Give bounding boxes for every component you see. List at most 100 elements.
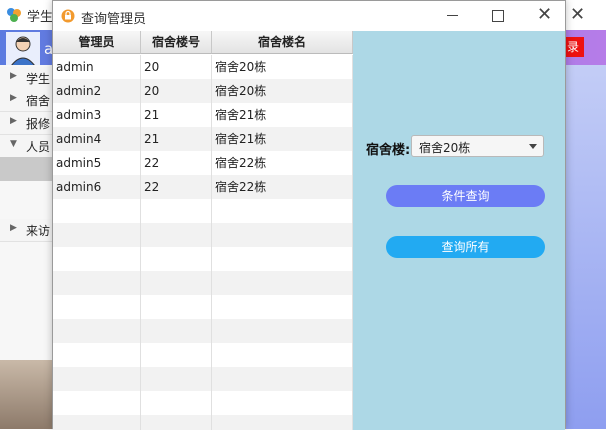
sidebar-item-label: 学生 xyxy=(26,72,51,86)
admin-cell xyxy=(53,223,141,247)
building-no-cell xyxy=(141,271,212,295)
sidebar-item-label: 来访 xyxy=(26,224,51,238)
building-select[interactable]: 宿舍20栋 xyxy=(411,135,544,157)
table-row-empty[interactable] xyxy=(53,343,353,367)
building-no-cell: 20 xyxy=(141,79,212,103)
table-row-empty[interactable] xyxy=(53,199,353,223)
sidebar-item-dorm[interactable]: ▶ 宿舍 xyxy=(0,89,52,112)
building-no-cell xyxy=(141,415,212,430)
building-name-cell: 宿舍21栋 xyxy=(212,127,353,151)
building-name-cell: 宿舍20栋 xyxy=(212,55,353,79)
chevron-down-icon xyxy=(529,144,537,149)
building-name-cell: 宿舍21栋 xyxy=(212,103,353,127)
user-avatar-icon xyxy=(6,32,40,66)
maximize-icon[interactable] xyxy=(492,10,504,22)
minimize-icon[interactable] xyxy=(447,15,458,16)
main-close-icon[interactable]: ✕ xyxy=(570,4,585,25)
table-row-empty[interactable] xyxy=(53,295,353,319)
table-row-empty[interactable] xyxy=(53,415,353,430)
building-no-cell xyxy=(141,343,212,367)
building-name-cell xyxy=(212,343,353,367)
admin-cell xyxy=(53,271,141,295)
table-row-empty[interactable] xyxy=(53,319,353,343)
column-header-admin[interactable]: 管理员 xyxy=(53,31,141,54)
building-no-cell xyxy=(141,319,212,343)
building-name-cell xyxy=(212,271,353,295)
building-no-cell xyxy=(141,247,212,271)
building-name-cell xyxy=(212,391,353,415)
building-no-cell: 22 xyxy=(141,151,212,175)
building-name-cell xyxy=(212,295,353,319)
close-icon[interactable]: ✕ xyxy=(537,6,552,24)
building-no-cell: 21 xyxy=(141,103,212,127)
main-window-title: 学生 xyxy=(27,10,54,25)
table-row[interactable]: admin6 22 宿舍22栋 xyxy=(53,175,353,199)
admin-cell: admin xyxy=(53,55,141,79)
chevron-down-icon: ▼ xyxy=(10,139,17,149)
admin-cell xyxy=(53,415,141,430)
building-no-cell xyxy=(141,223,212,247)
sidebar-item-label: 宿舍 xyxy=(26,94,51,108)
table-row[interactable]: admin2 20 宿舍20栋 xyxy=(53,79,353,103)
building-name-cell xyxy=(212,319,353,343)
admin-cell: admin4 xyxy=(53,127,141,151)
admin-cell: admin2 xyxy=(53,79,141,103)
background-image xyxy=(0,360,52,429)
sidebar-item-label: 人员 xyxy=(26,140,51,154)
building-name-cell xyxy=(212,415,353,430)
table-row-empty[interactable] xyxy=(53,391,353,415)
table-row-empty[interactable] xyxy=(53,223,353,247)
building-no-cell: 20 xyxy=(141,55,212,79)
chevron-right-icon: ▶ xyxy=(10,71,17,81)
building-label: 宿舍楼: xyxy=(366,143,411,158)
building-no-cell xyxy=(141,391,212,415)
table-row-empty[interactable] xyxy=(53,367,353,391)
table-row[interactable]: admin3 21 宿舍21栋 xyxy=(53,103,353,127)
sidebar-item-staff[interactable]: ▼ 人员 xyxy=(0,135,52,158)
admin-cell: admin6 xyxy=(53,175,141,199)
table-row[interactable]: admin5 22 宿舍22栋 xyxy=(53,151,353,175)
building-no-cell xyxy=(141,199,212,223)
table-row-empty[interactable] xyxy=(53,247,353,271)
main-content-background xyxy=(566,65,606,429)
admin-cell xyxy=(53,247,141,271)
query-admin-dialog: 查询管理员 ✕ 管理员 宿舍楼号 宿舍楼名 admin 20 宿舍20栋 admin2… xyxy=(52,0,566,430)
building-no-cell xyxy=(141,367,212,391)
admin-cell xyxy=(53,391,141,415)
table-row[interactable]: admin4 21 宿舍21栋 xyxy=(53,127,353,151)
dialog-titlebar: 查询管理员 ✕ xyxy=(53,1,565,31)
admin-table[interactable]: 管理员 宿舍楼号 宿舍楼名 admin 20 宿舍20栋 admin2 20 宿舍20栋 a… xyxy=(53,31,354,430)
building-name-cell: 宿舍22栋 xyxy=(212,151,353,175)
admin-cell xyxy=(53,319,141,343)
sidebar-item-repair[interactable]: ▶ 报修 xyxy=(0,112,52,135)
condition-query-button[interactable]: 条件查询 xyxy=(386,185,545,207)
admin-cell: admin5 xyxy=(53,151,141,175)
building-name-cell xyxy=(212,247,353,271)
query-all-button[interactable]: 查询所有 xyxy=(386,236,545,258)
sidebar-item-student[interactable]: ▶ 学生 xyxy=(0,67,52,90)
column-header-building-name[interactable]: 宿舍楼名 xyxy=(212,31,353,54)
sidebar-item-visitor[interactable]: ▶ 来访 xyxy=(0,219,52,242)
building-name-cell xyxy=(212,199,353,223)
building-no-cell: 22 xyxy=(141,175,212,199)
admin-cell xyxy=(53,343,141,367)
table-row-empty[interactable] xyxy=(53,271,353,295)
admin-cell xyxy=(53,367,141,391)
admin-cell xyxy=(53,295,141,319)
query-panel: 宿舍楼: 宿舍20栋 条件查询 查询所有 xyxy=(353,31,565,430)
building-name-cell: 宿舍20栋 xyxy=(212,79,353,103)
chevron-right-icon: ▶ xyxy=(10,93,17,103)
chevron-right-icon: ▶ xyxy=(10,116,17,126)
column-header-building-no[interactable]: 宿舍楼号 xyxy=(141,31,212,54)
admin-cell: admin3 xyxy=(53,103,141,127)
chevron-right-icon: ▶ xyxy=(10,223,17,233)
app-icon xyxy=(7,8,21,22)
building-name-cell: 宿舍22栋 xyxy=(212,175,353,199)
sidebar-item-label: 报修 xyxy=(26,117,51,131)
lock-icon xyxy=(61,9,75,23)
sidebar-subitem-selected[interactable] xyxy=(0,157,52,181)
dialog-title: 查询管理员 xyxy=(81,12,147,27)
building-no-cell xyxy=(141,295,212,319)
table-row[interactable]: admin 20 宿舍20栋 xyxy=(53,55,353,79)
building-name-cell xyxy=(212,367,353,391)
